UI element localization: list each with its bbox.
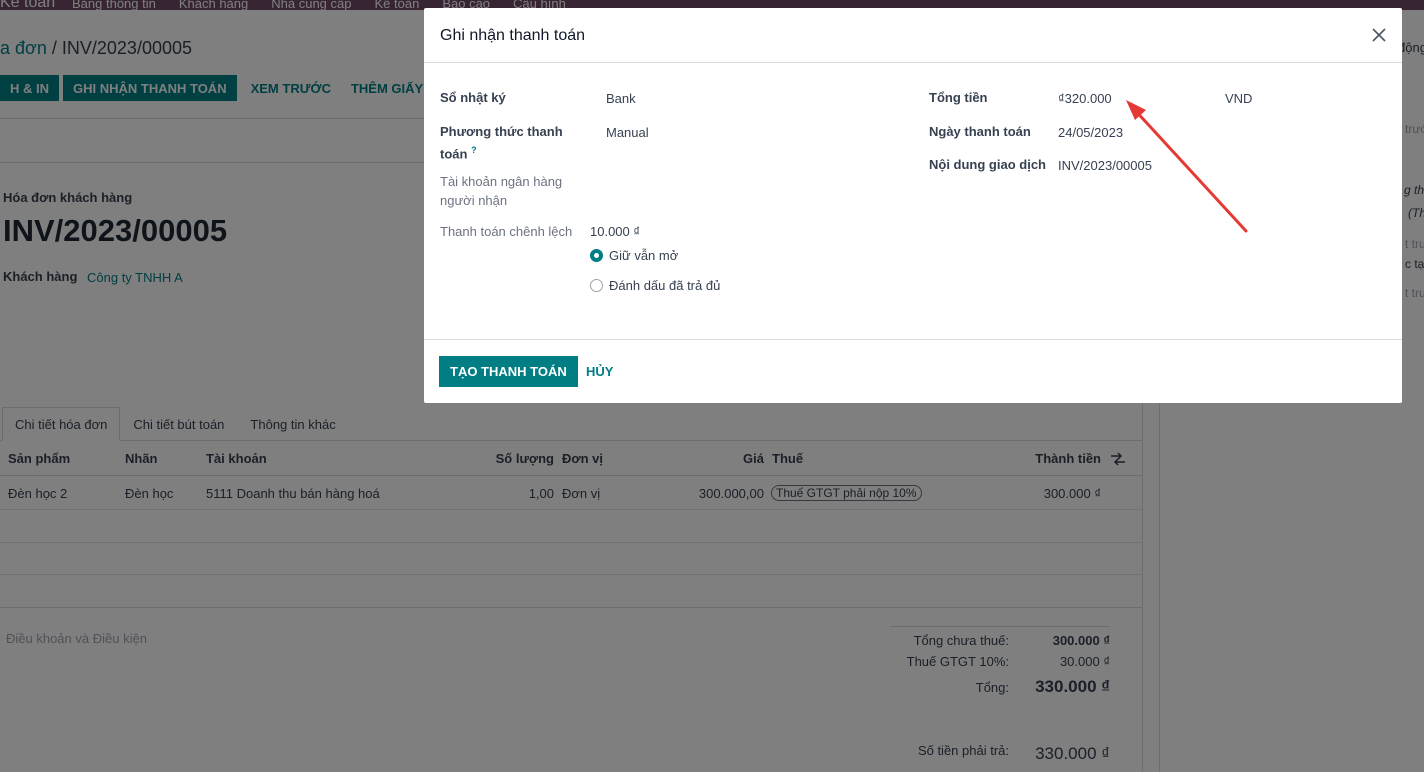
amount-field[interactable]: ₫320.000 bbox=[1058, 91, 1112, 106]
radio-keep-open-label[interactable]: Giữ vẫn mở bbox=[609, 248, 678, 263]
help-tooltip-icon[interactable]: ? bbox=[471, 145, 477, 155]
payment-date-label: Ngày thanh toán bbox=[929, 124, 1031, 139]
recipient-bank-label-line2: người nhận bbox=[440, 193, 508, 208]
payment-difference-label: Thanh toán chênh lệch bbox=[440, 224, 573, 239]
recipient-bank-label: Tài khoản ngân hàng người nhận bbox=[440, 172, 562, 210]
amount-label: Tổng tiền bbox=[929, 90, 988, 105]
journal-field[interactable]: Bank bbox=[606, 91, 636, 106]
radio-mark-fully-paid-label[interactable]: Đánh dấu đã trả đủ bbox=[609, 278, 720, 293]
cancel-button[interactable]: HỦY bbox=[586, 356, 613, 387]
memo-field[interactable]: INV/2023/00005 bbox=[1058, 158, 1152, 173]
radio-keep-open[interactable]: Giữ vẫn mở bbox=[590, 248, 678, 263]
radio-unselected-icon[interactable] bbox=[590, 279, 603, 292]
radio-selected-icon[interactable] bbox=[590, 249, 603, 262]
payment-method-field[interactable]: Manual bbox=[606, 125, 649, 140]
register-payment-dialog: Ghi nhận thanh toán Sổ nhật ký Bank Phươ… bbox=[424, 8, 1402, 403]
dialog-title: Ghi nhận thanh toán bbox=[440, 27, 586, 44]
journal-label: Sổ nhật ký bbox=[440, 90, 506, 105]
recipient-bank-label-line1: Tài khoản ngân hàng bbox=[440, 174, 563, 189]
memo-label: Nội dung giao dịch bbox=[929, 157, 1046, 172]
create-payment-button[interactable]: TẠO THANH TOÁN bbox=[439, 356, 578, 387]
dialog-footer-divider bbox=[424, 339, 1402, 340]
currency-field[interactable]: VND bbox=[1225, 91, 1252, 106]
payment-date-field[interactable]: 24/05/2023 bbox=[1058, 125, 1123, 140]
payment-method-label-line2: toán bbox=[440, 146, 468, 162]
payment-method-label-line1: Phương thức thanh bbox=[440, 124, 563, 139]
payment-difference-value: 10.000 ₫ bbox=[590, 224, 641, 239]
payment-method-label: Phương thức thanh toán ? bbox=[440, 122, 563, 163]
dialog-header: Ghi nhận thanh toán bbox=[424, 8, 1402, 63]
close-icon[interactable] bbox=[1369, 25, 1389, 45]
radio-mark-fully-paid[interactable]: Đánh dấu đã trả đủ bbox=[590, 278, 720, 293]
